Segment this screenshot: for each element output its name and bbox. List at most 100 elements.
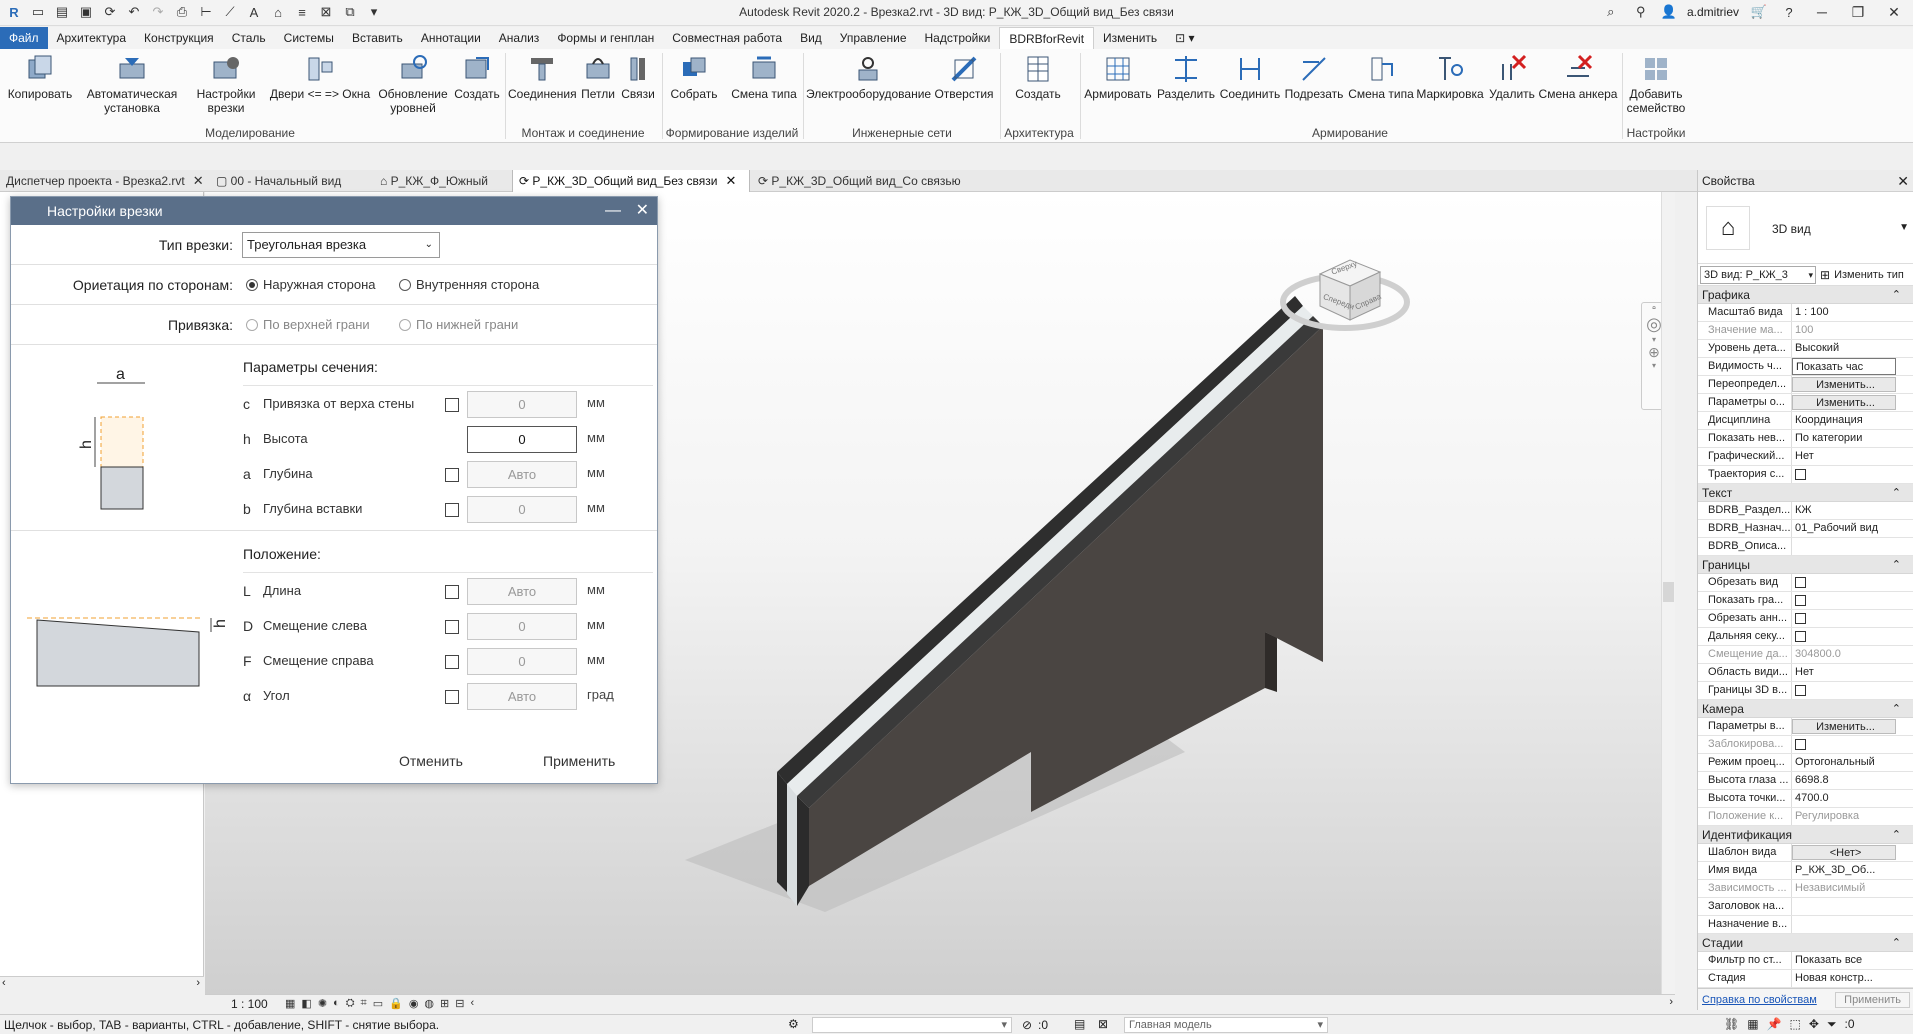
connections-button[interactable]: Соединения <box>508 53 577 101</box>
tab-options-icon[interactable]: ⊡ ▾ <box>1166 27 1203 49</box>
temp-hide-icon[interactable]: ◉ <box>409 997 419 1010</box>
property-checkbox[interactable] <box>1795 631 1806 642</box>
select-pinned-icon[interactable]: 📌 <box>1767 1017 1782 1032</box>
property-section-header[interactable]: Границы ⌃ <box>1698 556 1913 574</box>
measure-icon[interactable]: ⊢ <box>196 2 216 22</box>
tab-start-view[interactable]: ▢ 00 - Начальный вид <box>210 170 370 192</box>
property-value[interactable]: 1 : 100 <box>1792 304 1896 321</box>
property-section-header[interactable]: Графика ⌃ <box>1698 286 1913 304</box>
tab-3d-with-links[interactable]: ⟳ Р_КЖ_3D_Общий вид_Со связью <box>752 170 982 192</box>
create-arch-button[interactable]: Создать <box>1010 53 1066 101</box>
param-checkbox[interactable] <box>445 468 459 482</box>
editable-only-icon[interactable]: ⊘ <box>1022 1018 1032 1032</box>
property-value[interactable]: Показать час <box>1792 358 1896 375</box>
design-options-icon[interactable]: ▤ <box>1074 1017 1085 1031</box>
filter-icon[interactable]: ⏷ <box>1827 1017 1837 1032</box>
property-value[interactable] <box>1792 736 1896 753</box>
design-option-combo[interactable]: Главная модель ▾ <box>1124 1017 1328 1033</box>
property-value[interactable]: 4700.0 <box>1792 790 1896 807</box>
property-value[interactable]: Высокий <box>1792 340 1896 357</box>
property-value[interactable]: Показать все <box>1792 952 1896 969</box>
openings-button[interactable]: Отверстия <box>932 53 996 101</box>
binding-top-radio[interactable]: По верхней грани <box>246 317 370 332</box>
collapse-icon[interactable]: ⌃ <box>1892 286 1901 304</box>
property-value[interactable]: Ортогональный <box>1792 754 1896 771</box>
user-name[interactable]: a.dmitriev <box>1687 5 1739 19</box>
lock-view-icon[interactable]: 🔒 <box>389 997 403 1010</box>
type-selector[interactable]: ⌂ 3D вид ▼ <box>1698 192 1913 264</box>
property-value[interactable] <box>1792 466 1896 483</box>
tab-view[interactable]: Вид <box>791 27 831 49</box>
param-checkbox[interactable] <box>445 398 459 412</box>
reinforce-button[interactable]: Армировать <box>1082 53 1154 101</box>
close-button[interactable]: ✕ <box>1881 2 1907 22</box>
viewcube[interactable]: Сверху Спереди Справа <box>1280 244 1420 344</box>
property-value[interactable] <box>1792 682 1896 699</box>
property-value[interactable] <box>1792 610 1896 627</box>
folder-icon[interactable]: ▤ <box>52 2 72 22</box>
property-section-header[interactable]: Камера ⌃ <box>1698 700 1913 718</box>
change-type-rebar-button[interactable]: Смена типа <box>1346 53 1416 101</box>
property-value[interactable] <box>1792 628 1896 645</box>
crop-region-icon[interactable]: ▭ <box>373 997 383 1010</box>
scroll-right-icon[interactable]: › <box>1669 996 1673 1008</box>
create-button[interactable]: Создать <box>452 53 502 101</box>
tab-analyze[interactable]: Анализ <box>490 27 549 49</box>
instance-filter-combo[interactable]: 3D вид: Р_КЖ_3 ▾ <box>1700 265 1816 284</box>
maximize-button[interactable]: ❐ <box>1845 2 1871 22</box>
property-checkbox[interactable] <box>1795 595 1806 606</box>
property-section-header[interactable]: Стадии ⌃ <box>1698 934 1913 952</box>
param-input[interactable]: Авто <box>467 683 577 710</box>
detail-level-icon[interactable]: ▦ <box>285 997 295 1010</box>
binoculars-icon[interactable]: ⚲ <box>1631 2 1651 22</box>
property-edit-button[interactable]: Изменить... <box>1792 719 1896 734</box>
view-scale[interactable]: 1 : 100 <box>231 997 268 1011</box>
properties-help-link[interactable]: Справка по свойствам <box>1702 994 1817 1006</box>
loops-button[interactable]: Петли <box>578 53 618 101</box>
copy-button[interactable]: Копировать <box>4 53 76 101</box>
thin-lines-icon[interactable]: ≡ <box>292 2 312 22</box>
property-edit-button[interactable]: Изменить... <box>1792 395 1896 410</box>
property-checkbox[interactable] <box>1795 469 1806 480</box>
property-value[interactable] <box>1792 898 1896 915</box>
property-section-header[interactable]: Идентификация ⌃ <box>1698 826 1913 844</box>
workset-combo[interactable]: ▾ <box>812 1017 1012 1033</box>
join-button[interactable]: Соединить <box>1218 53 1282 101</box>
reveal-hidden-icon[interactable]: ◍ <box>424 997 434 1010</box>
property-value[interactable] <box>1792 592 1896 609</box>
tab-manage[interactable]: Управление <box>831 27 916 49</box>
cart-icon[interactable]: 🛒 <box>1749 2 1769 22</box>
worksharing-icon[interactable]: ⊟ <box>455 997 464 1010</box>
property-value[interactable] <box>1792 574 1896 591</box>
param-checkbox[interactable] <box>445 503 459 517</box>
property-value[interactable]: 01_Рабочий вид <box>1792 520 1896 537</box>
param-checkbox[interactable] <box>445 620 459 634</box>
levels-update-button[interactable]: Обновление уровней <box>377 53 449 115</box>
drag-on-selection-icon[interactable]: ✥ <box>1809 1017 1819 1032</box>
close-views-icon[interactable]: ⊠ <box>316 2 336 22</box>
property-value[interactable]: Координация <box>1792 412 1896 429</box>
param-input[interactable]: 0 <box>467 613 577 640</box>
shadows-icon[interactable]: ◐ <box>333 997 340 1010</box>
close-icon[interactable]: ✕ <box>725 173 736 188</box>
height-input[interactable]: 0 <box>467 426 577 453</box>
tag-icon[interactable]: A <box>244 2 264 22</box>
collapse-icon[interactable]: ⌃ <box>1892 700 1901 718</box>
edit-type-button[interactable]: Изменить тип <box>1834 269 1904 281</box>
property-section-header[interactable]: Текст ⌃ <box>1698 484 1913 502</box>
param-checkbox[interactable] <box>445 690 459 704</box>
property-checkbox[interactable] <box>1795 577 1806 588</box>
switch-windows-icon[interactable]: ⧉ <box>340 2 360 22</box>
collapse-icon[interactable]: ⌃ <box>1892 484 1901 502</box>
user-icon[interactable]: 👤 <box>1661 4 1677 20</box>
close-icon[interactable]: ✕ <box>1897 170 1909 192</box>
tab-massing[interactable]: Формы и генплан <box>548 27 663 49</box>
tab-addins[interactable]: Надстройки <box>916 27 1000 49</box>
horizontal-scrollbar[interactable]: ‹ › <box>0 976 204 992</box>
property-value[interactable]: 6698.8 <box>1792 772 1896 789</box>
links-button[interactable]: Связи <box>618 53 658 101</box>
param-input[interactable]: 0 <box>467 391 577 418</box>
property-value[interactable]: Независимый <box>1792 880 1896 897</box>
auto-install-button[interactable]: Автоматическая установка <box>82 53 182 115</box>
scroll-right-icon[interactable]: › <box>196 977 200 989</box>
